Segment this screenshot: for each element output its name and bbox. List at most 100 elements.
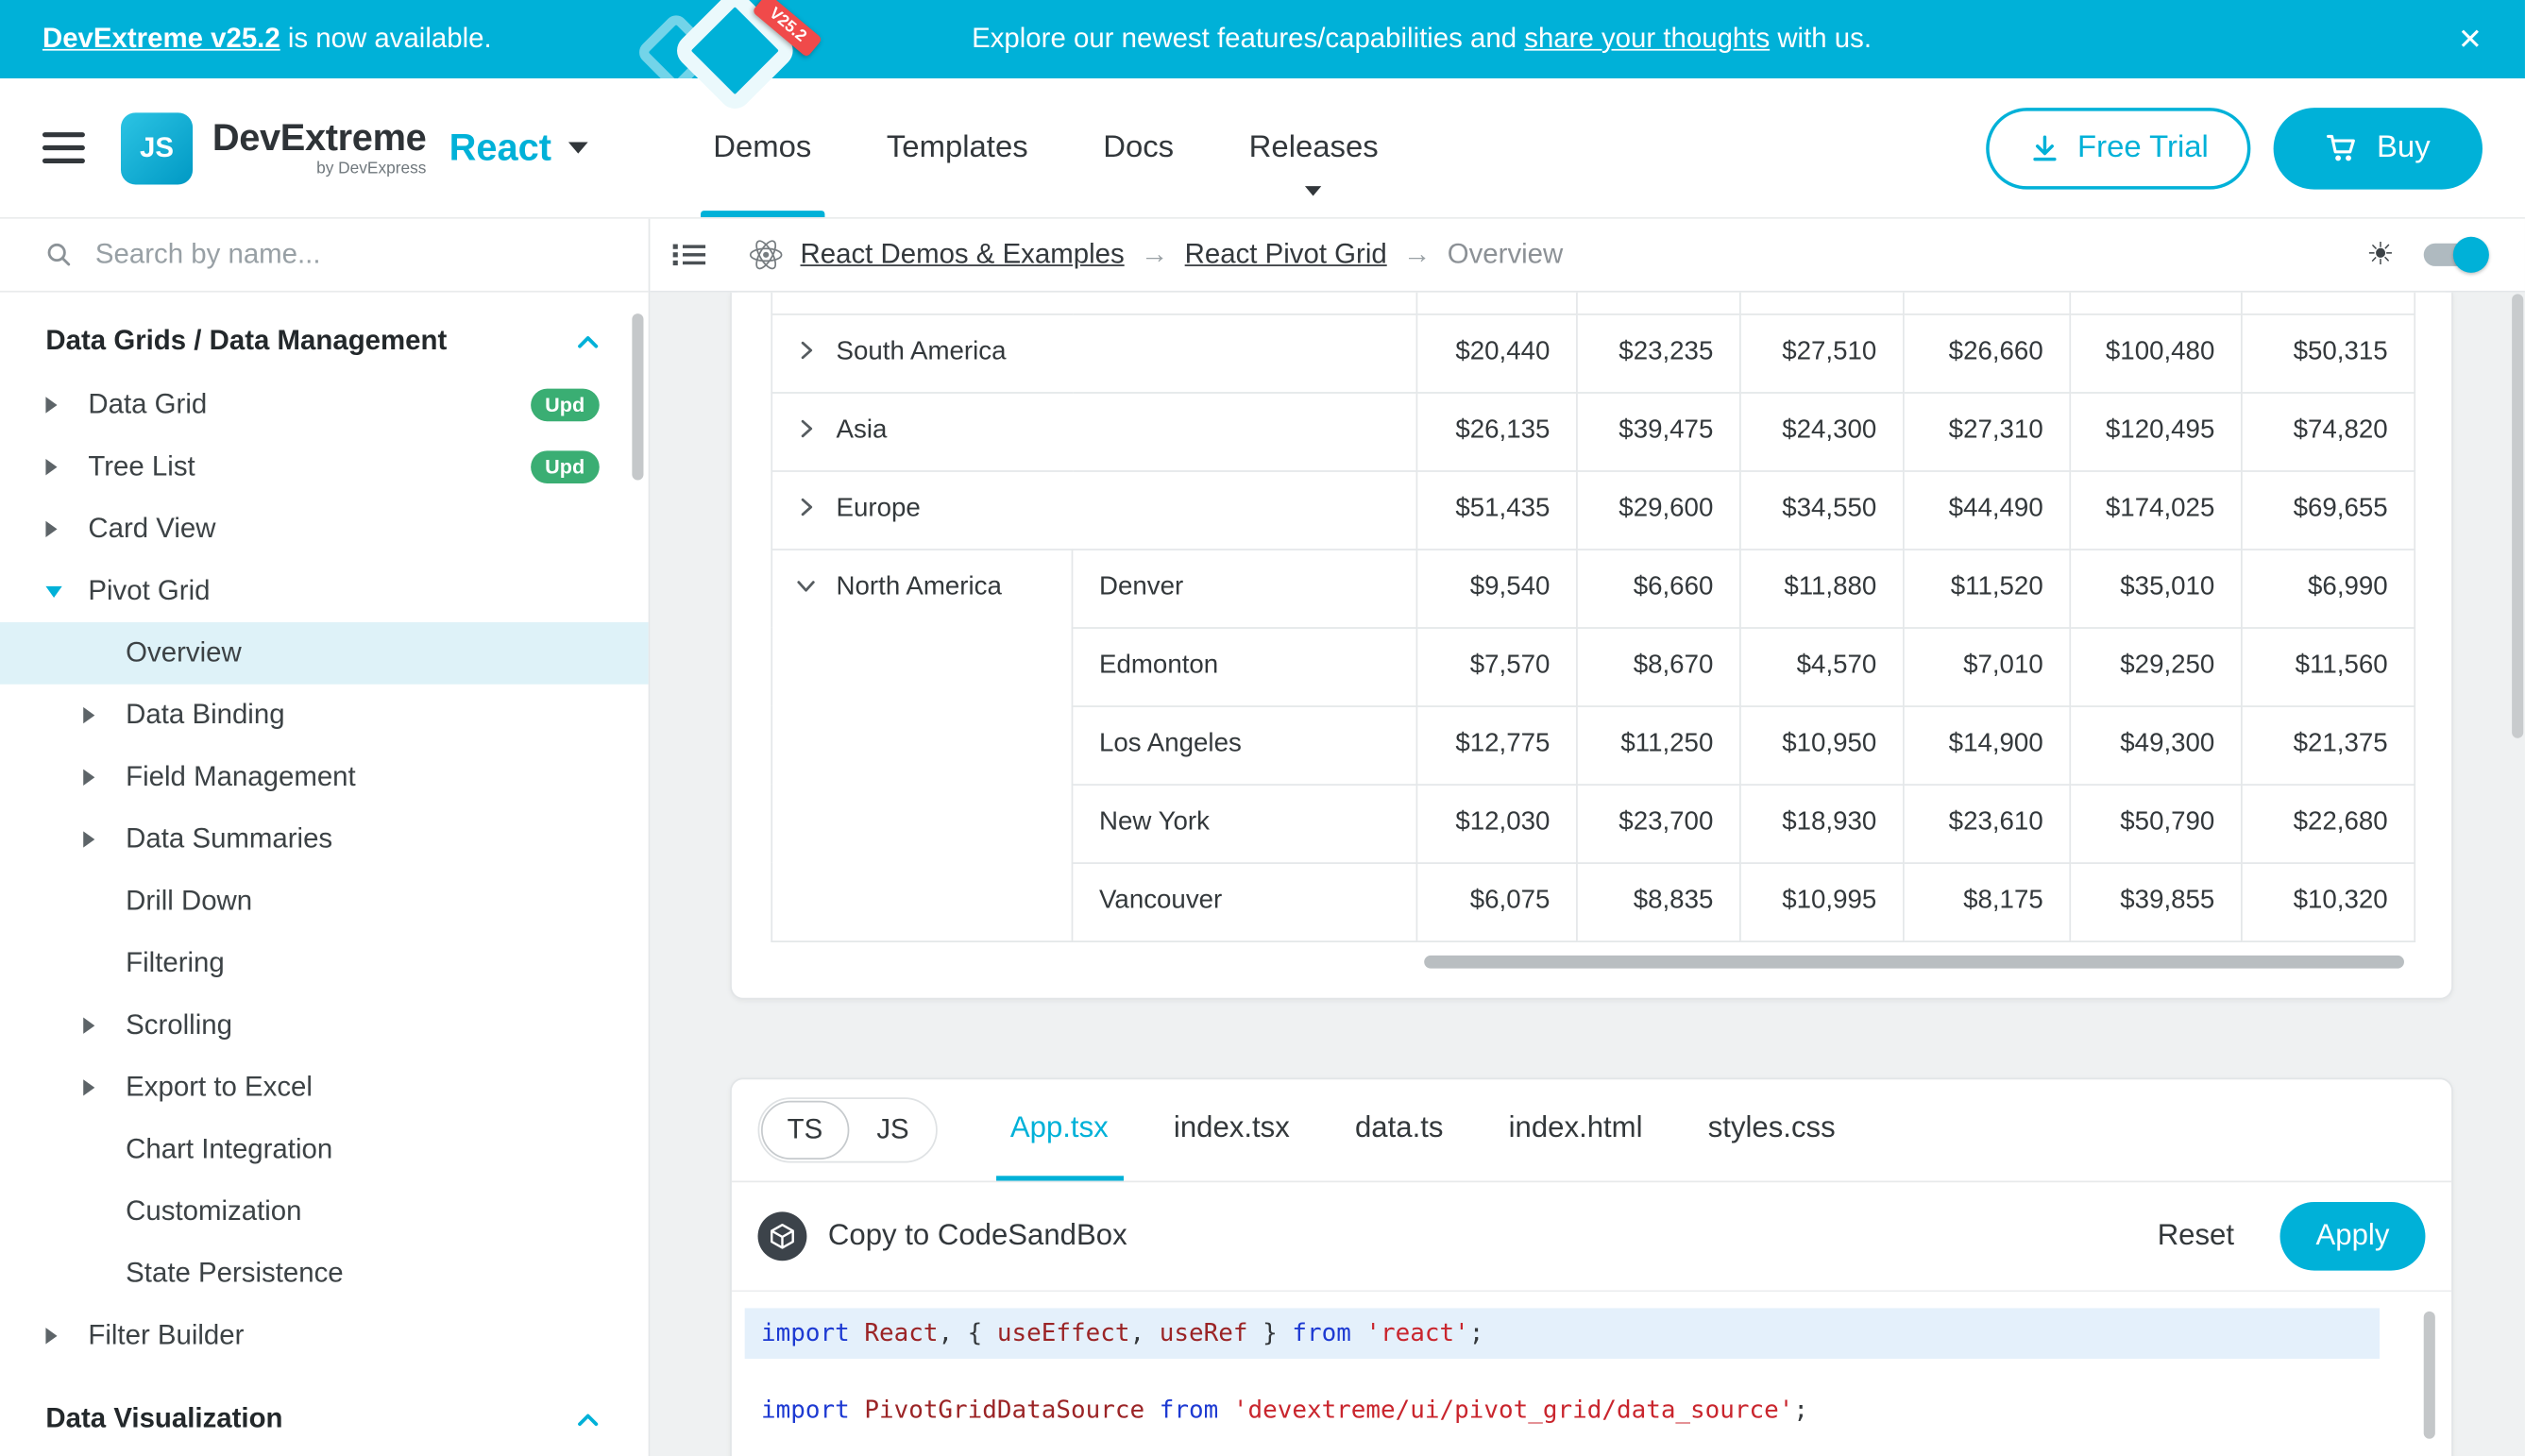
- tab-index-tsx[interactable]: index.tsx: [1159, 1078, 1304, 1179]
- code-token: import: [761, 1317, 864, 1346]
- sidebar-item-filtering[interactable]: Filtering: [0, 933, 649, 995]
- code-token: useEffect: [997, 1317, 1130, 1346]
- collapse-chevron-icon: [795, 574, 816, 595]
- theme-toggle[interactable]: [2424, 244, 2486, 266]
- pivot-region-cell-south-america[interactable]: South America: [771, 313, 1416, 392]
- breadcrumb-root-link[interactable]: React Demos & Examples: [801, 239, 1125, 272]
- sidebar-item-card-view[interactable]: Card View: [0, 499, 649, 561]
- theme-sun-icon[interactable]: ☀: [2366, 239, 2394, 270]
- code-editor[interactable]: import React, { useEffect, useRef } from…: [732, 1291, 2451, 1456]
- toggle-panel-icon[interactable]: [673, 242, 706, 268]
- sidebar-scrollbar[interactable]: [632, 313, 643, 480]
- codesandbox-icon[interactable]: [758, 1211, 807, 1260]
- header-actions: Free Trial Buy: [1986, 107, 2483, 188]
- demo-work-area: South America $20,440 $23,235 $27,510 $2…: [650, 293, 2525, 1456]
- share-your-thoughts-link[interactable]: share your thoughts: [1524, 23, 1770, 56]
- language-toggle: TS JS: [758, 1096, 938, 1161]
- pivot-value-cell: $49,300: [2070, 705, 2242, 784]
- expand-arrow-icon: [83, 707, 94, 723]
- expand-arrow-icon: [45, 397, 57, 413]
- pivot-region-cell-asia[interactable]: Asia: [771, 392, 1416, 470]
- pivot-city-cell: Denver: [1072, 549, 1416, 627]
- hamburger-menu-icon[interactable]: [42, 124, 85, 171]
- sidebar-item-overview[interactable]: Overview: [0, 622, 649, 685]
- code-token: from: [1292, 1317, 1365, 1346]
- sidebar-item-field-management[interactable]: Field Management: [0, 746, 649, 808]
- sidebar-section-data-grids[interactable]: Data Grids / Data Management: [0, 309, 649, 374]
- sidebar-item-data-binding[interactable]: Data Binding: [0, 685, 649, 747]
- code-token: useRef: [1160, 1317, 1248, 1346]
- code-token: ;: [1469, 1317, 1484, 1346]
- pivot-value-cell: $100,480: [2070, 313, 2242, 392]
- version-link[interactable]: DevExtreme v25.2: [42, 23, 280, 54]
- pivot-region-cell-north-america[interactable]: North America: [771, 549, 1072, 940]
- sidebar-item-drill-down[interactable]: Drill Down: [0, 871, 649, 933]
- tab-app-tsx[interactable]: App.tsx: [995, 1078, 1123, 1179]
- close-icon[interactable]: ✕: [2458, 25, 2483, 54]
- item-label: Field Management: [126, 761, 356, 794]
- region-label: South America: [837, 338, 1007, 365]
- copy-to-codesandbox-button[interactable]: Copy to CodeSandBox: [828, 1218, 1127, 1252]
- chevron-down-icon: [1306, 186, 1322, 195]
- pivot-city-cell: Edmonton: [1072, 627, 1416, 705]
- pivot-value-cell: $74,820: [2242, 392, 2415, 470]
- pivot-region-row: Asia $26,135 $39,475 $24,300 $27,310 $12…: [771, 392, 2415, 470]
- nav-item-demos[interactable]: Demos: [713, 78, 811, 217]
- search-input[interactable]: [92, 237, 622, 273]
- code-token: 'devextreme/ui/pivot_grid/data_source': [1233, 1394, 1794, 1423]
- code-line-blank: [752, 1429, 2373, 1456]
- breadcrumb-section-link[interactable]: React Pivot Grid: [1185, 239, 1387, 272]
- code-token: }: [1247, 1317, 1292, 1346]
- nav-item-templates[interactable]: Templates: [887, 78, 1028, 217]
- buy-button[interactable]: Buy: [2274, 107, 2483, 188]
- main-nav: Demos Templates Docs Releases: [675, 78, 1415, 217]
- item-label: Chart Integration: [126, 1133, 332, 1166]
- pivot-city-cell: New York: [1072, 784, 1416, 862]
- pivot-value-cell: $26,660: [1904, 313, 2070, 392]
- sidebar-item-chart-integration[interactable]: Chart Integration: [0, 1119, 649, 1181]
- sidebar-item-pivot-grid[interactable]: Pivot Grid: [0, 560, 649, 622]
- nav-templates-label: Templates: [887, 130, 1028, 166]
- tab-index-html[interactable]: index.html: [1494, 1078, 1657, 1179]
- apply-button[interactable]: Apply: [2279, 1201, 2425, 1270]
- lang-ts-button[interactable]: TS: [761, 1100, 849, 1159]
- sidebar-item-data-summaries[interactable]: Data Summaries: [0, 808, 649, 871]
- chevron-down-icon: [568, 142, 587, 153]
- cart-icon: [2326, 132, 2359, 163]
- code-token: , {: [938, 1317, 996, 1346]
- code-scrollbar[interactable]: [2424, 1311, 2435, 1438]
- sidebar-item-scrolling[interactable]: Scrolling: [0, 994, 649, 1057]
- scrollbar-thumb[interactable]: [1424, 955, 2404, 968]
- code-token: React: [864, 1317, 938, 1346]
- page-scrollbar[interactable]: [2512, 294, 2523, 737]
- code-token: 'react': [1365, 1317, 1468, 1346]
- brand-block[interactable]: DevExtreme by DevExpress: [212, 118, 427, 177]
- code-token: PivotGridDataSource: [864, 1394, 1144, 1423]
- free-trial-button[interactable]: Free Trial: [1986, 107, 2251, 188]
- sidebar-item-filter-builder[interactable]: Filter Builder: [0, 1305, 649, 1367]
- pivot-value-cell: $20,440: [1416, 313, 1577, 392]
- nav-item-releases[interactable]: Releases: [1249, 78, 1379, 217]
- pivot-value-cell: $10,950: [1740, 705, 1904, 784]
- nav-item-docs[interactable]: Docs: [1103, 78, 1174, 217]
- tab-styles-css[interactable]: styles.css: [1693, 1078, 1850, 1179]
- pivot-value-cell: $21,375: [2242, 705, 2415, 784]
- sidebar-section-data-visualization[interactable]: Data Visualization: [0, 1386, 649, 1451]
- sidebar-item-state-persistence[interactable]: State Persistence: [0, 1243, 649, 1305]
- pivot-value-cell: $24,300: [1740, 392, 1904, 470]
- sidebar-item-tree-list[interactable]: Tree List Upd: [0, 436, 649, 499]
- lang-js-button[interactable]: JS: [851, 1098, 936, 1160]
- framework-selector[interactable]: React: [449, 126, 587, 170]
- tab-data-ts[interactable]: data.ts: [1340, 1078, 1458, 1179]
- pivot-value-cell: $10,995: [1740, 862, 1904, 940]
- sidebar-item-customization[interactable]: Customization: [0, 1181, 649, 1244]
- devextreme-logo-badge: V25.2: [624, 0, 886, 78]
- sidebar-item-data-grid[interactable]: Data Grid Upd: [0, 374, 649, 436]
- sidebar-item-export-to-excel[interactable]: Export to Excel: [0, 1057, 649, 1119]
- js-logo[interactable]: JS: [121, 111, 193, 183]
- download-icon: [2028, 131, 2061, 164]
- pivot-city-cell: Vancouver: [1072, 862, 1416, 940]
- pivot-region-cell-europe[interactable]: Europe: [771, 470, 1416, 549]
- expand-arrow-icon: [83, 1079, 94, 1095]
- reset-button[interactable]: Reset: [2158, 1218, 2234, 1252]
